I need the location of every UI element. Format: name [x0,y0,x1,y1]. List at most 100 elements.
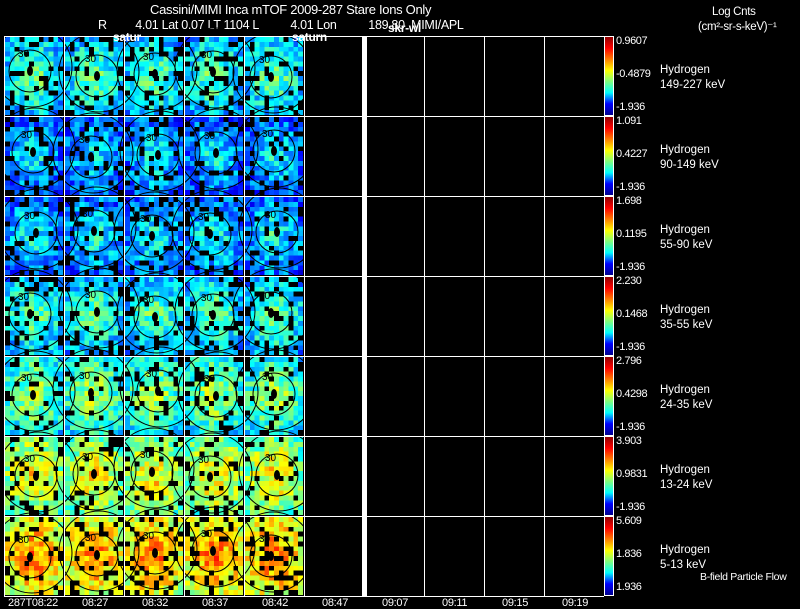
b-field-marker [207,229,213,239]
b-field-marker [155,386,161,396]
b-field-marker [27,309,33,319]
b-field-marker [27,552,33,562]
energy-channel-label: Hydrogen 13-24 keV [660,463,712,493]
species-label: Hydrogen [660,464,710,476]
b-field-marker [152,312,158,322]
b-field-marker [210,67,216,77]
energy-channel-label: Hydrogen 90-149 keV [660,143,719,173]
colorbar-mid-label: 0.4227 [616,148,648,160]
circle-label: 30 [259,291,271,302]
pitch-circle-60 [0,512,73,594]
circle-label: 30 [201,529,213,540]
circle-label: 30 [143,531,155,542]
energy-range-label: 24-35 keV [660,399,713,411]
energy-range-label: 55-90 keV [660,239,713,251]
b-field-marker [149,231,155,241]
circle-label: 30 [79,371,91,382]
colorbar-min-label: -1.936 [616,421,645,433]
b-field-marker [155,150,161,160]
pitch-circle-60 [238,430,320,512]
energy-channel-label: Hydrogen 24-35 keV [660,383,712,413]
time-tick-label: 09:15 [502,597,529,609]
mimi-inca-plot: Cassini/MIMI Inca mTOF 2009-287 Stare Io… [0,0,800,609]
b-field-marker [33,228,39,238]
panel-tag: skr-wl [388,21,421,35]
b-field-marker [94,550,100,560]
panel-tag: saturn [292,30,327,44]
circle-label: 30 [198,455,210,466]
circle-label: 30 [24,454,36,465]
circle-label: 30 [201,50,213,61]
circle-label: 30 [82,452,94,463]
b-field-marker [274,227,280,237]
pitch-circle-60 [0,431,79,513]
circle-label: 30 [198,212,210,223]
colorbar-min-label: -1.936 [616,341,645,353]
pitch-circle-60 [0,269,73,351]
time-tick-label: 08:27 [82,597,109,609]
colorbar [604,356,614,436]
b-field-marker [88,152,94,162]
pitch-circle-60 [238,187,320,269]
colorbar-max-label: 2.230 [616,275,642,287]
colorbar [604,196,614,276]
time-tick-label: 09:19 [562,597,589,609]
panel-tag: satur [113,30,141,44]
circle-label: 30 [259,534,271,545]
pitch-circle-60 [0,350,76,432]
colorbar-mid-label: 0.9831 [616,468,648,480]
pitch-circle-60 [0,188,79,270]
circle-label: 30 [85,533,97,544]
circle-label: 30 [21,130,33,141]
pitch-circle-60 [174,506,256,588]
b-field-marker [94,71,100,81]
species-label: Hydrogen [660,64,710,76]
colorbar-max-label: 0.9607 [616,35,648,47]
pitch-circle-60 [113,427,195,509]
b-field-marker [271,146,277,156]
b-field-marker [210,310,216,320]
energy-range-label: 35-55 keV [660,319,713,331]
b-field-marker [152,548,158,558]
time-tick-label: 08:42 [262,597,289,609]
pitch-circle-60 [119,346,201,428]
colorbar [604,36,614,116]
pitch-circle-60 [174,27,256,109]
b-field-marker [88,388,94,398]
circle-label: 30 [265,210,277,221]
species-label: Hydrogen [660,544,710,556]
time-tick-label: 08:47 [322,597,349,609]
circle-label: 30 [265,453,277,464]
circle-label: 30 [262,372,274,383]
circle-label: 30 [204,131,216,142]
circle-label: 30 [146,133,158,144]
b-field-marker [149,467,155,477]
pitch-circle-60 [0,26,73,108]
b-field-marker [274,470,280,480]
circle-label: 30 [143,52,155,63]
colorbar [604,436,614,516]
circle-label: 30 [82,209,94,220]
species-label: Hydrogen [660,144,710,156]
energy-range-label: 90-149 keV [660,159,719,171]
energy-channel-label: Hydrogen 55-90 keV [660,223,712,253]
circle-label: 30 [140,214,152,225]
b-field-marker [207,472,213,482]
colorbar-mid-label: -0.4879 [616,68,651,80]
colorbar-min-label: -1.936 [616,181,645,193]
b-field-marker [94,307,100,317]
colorbar [604,516,614,596]
pitch-circle-60 [58,267,140,349]
species-label: Hydrogen [660,224,710,236]
colorbar-max-label: 3.903 [616,435,642,447]
circle-label: 30 [18,292,30,303]
circle-label: 30 [140,450,152,461]
energy-range-label: 149-227 keV [660,79,726,91]
b-field-marker [268,551,274,561]
colorbar-mid-label: 0.1468 [616,308,648,320]
b-field-marker [152,69,158,79]
b-field-marker [91,469,97,479]
time-tick-label: 09:11 [442,597,468,609]
b-field-marker [213,391,219,401]
colorbar-mid-label: 0.4298 [616,388,648,400]
